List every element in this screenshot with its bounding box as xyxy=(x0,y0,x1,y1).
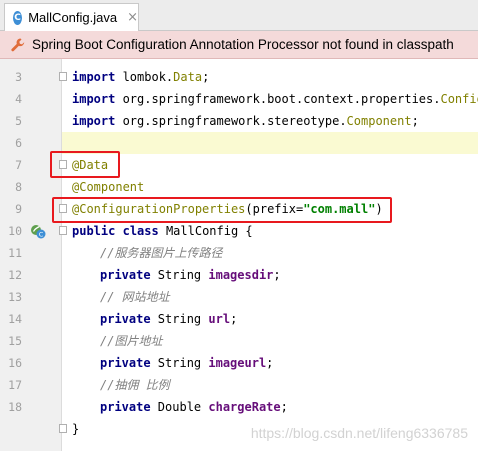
spring-bean-icon[interactable]: C xyxy=(30,223,46,239)
code-line: 15 //图片地址 xyxy=(0,330,478,352)
line-number: 8 xyxy=(15,180,22,194)
class-icon: C xyxy=(13,10,23,25)
close-icon[interactable]: × xyxy=(127,10,138,25)
line-number: 11 xyxy=(8,246,22,260)
line-number: 6 xyxy=(15,136,22,150)
line-number: 10 xyxy=(8,224,22,238)
line-number: 14 xyxy=(8,312,22,326)
comment: // 网站地址 xyxy=(100,290,170,304)
code-line: 16 private String imageurl; xyxy=(0,352,478,374)
line-number: 5 xyxy=(15,114,22,128)
type-name: String xyxy=(150,356,209,370)
editor-tab-bar: C MallConfig.java × xyxy=(0,0,478,31)
semicolon: ; xyxy=(230,312,238,326)
tab-mallconfig-java[interactable]: C MallConfig.java × xyxy=(4,3,139,31)
closing-brace: } xyxy=(72,422,80,436)
field-name: imageurl xyxy=(208,356,267,370)
svg-text:C: C xyxy=(39,231,44,239)
class-declaration: MallConfig { xyxy=(158,224,253,238)
comment: //图片地址 xyxy=(100,334,163,348)
code-line: 14 private String url; xyxy=(0,308,478,330)
line-number: 4 xyxy=(15,92,22,106)
notification-banner: Spring Boot Configuration Annotation Pro… xyxy=(0,31,478,59)
semicolon: ; xyxy=(411,114,419,128)
field-name: imagesdir xyxy=(208,268,274,282)
code-line: 11 //服务器图片上传路径 xyxy=(0,242,478,264)
line-number: 16 xyxy=(8,356,22,370)
comment: //抽佣 比例 xyxy=(100,378,170,392)
annotation: @Component xyxy=(72,180,145,194)
field-name: url xyxy=(208,312,231,326)
type-name: String xyxy=(150,268,209,282)
keyword: private xyxy=(100,268,151,282)
comment: //服务器图片上传路径 xyxy=(100,246,223,260)
package-name: org.springframework.stereotype. xyxy=(115,114,347,128)
semicolon: ; xyxy=(280,400,288,414)
code-line: 17 //抽佣 比例 xyxy=(0,374,478,396)
tab-label: MallConfig.java xyxy=(28,10,118,25)
code-line: 3 import lombok.Data; xyxy=(0,66,478,88)
code-line: 5 import org.springframework.stereotype.… xyxy=(0,110,478,132)
keyword: import xyxy=(72,92,116,106)
line-number: 13 xyxy=(8,290,22,304)
line-number: 15 xyxy=(8,334,22,348)
code-line: 10 C public class MallConfig { xyxy=(0,220,478,242)
semicolon: ; xyxy=(266,356,274,370)
line-number: 3 xyxy=(15,70,22,84)
code-line: 18 private Double chargeRate; xyxy=(0,396,478,418)
line-number: 12 xyxy=(8,268,22,282)
keyword: public xyxy=(72,224,116,238)
code-line: 8 @Component xyxy=(0,176,478,198)
fold-icon[interactable] xyxy=(59,226,67,235)
banner-message: Spring Boot Configuration Annotation Pro… xyxy=(32,37,454,52)
line-number: 18 xyxy=(8,400,22,414)
keyword: import xyxy=(72,114,116,128)
keyword: class xyxy=(122,224,159,238)
highlight-box-configuration-properties xyxy=(52,197,392,223)
code-line: 12 private String imagesdir; xyxy=(0,264,478,286)
line-number: 9 xyxy=(15,202,22,216)
semicolon: ; xyxy=(273,268,281,282)
keyword: private xyxy=(100,400,151,414)
field-name: chargeRate xyxy=(208,400,281,414)
code-line: 13 // 网站地址 xyxy=(0,286,478,308)
class-ref: Configu xyxy=(440,92,478,106)
type-name: String xyxy=(150,312,209,326)
watermark: https://blog.csdn.net/lifeng6336785 xyxy=(250,425,468,441)
class-ref: Component xyxy=(346,114,412,128)
highlight-box-data xyxy=(50,151,120,178)
type-name: Double xyxy=(150,400,209,414)
semicolon: ; xyxy=(202,70,210,84)
package-name: org.springframework.boot.context.propert… xyxy=(115,92,441,106)
keyword: private xyxy=(100,356,151,370)
package-name: lombok. xyxy=(115,70,174,84)
keyword: import xyxy=(72,70,116,84)
code-line: 4 import org.springframework.boot.contex… xyxy=(0,88,478,110)
code-editor[interactable]: 3 import lombok.Data; 4 import org.sprin… xyxy=(0,59,478,451)
line-number: 17 xyxy=(8,378,22,392)
class-ref: Data xyxy=(173,70,203,84)
keyword: private xyxy=(100,312,151,326)
line-number: 7 xyxy=(15,158,22,172)
fold-icon[interactable] xyxy=(59,72,67,81)
fold-icon[interactable] xyxy=(59,424,67,433)
wrench-icon xyxy=(11,38,25,51)
